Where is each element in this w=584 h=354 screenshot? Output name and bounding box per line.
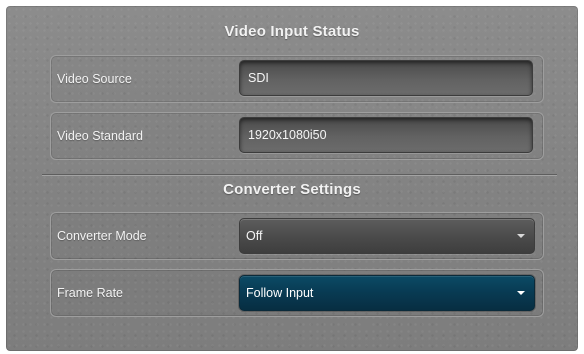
- chevron-down-icon: [517, 291, 525, 295]
- section-title-converter-settings: Converter Settings: [223, 181, 361, 198]
- frame-rate-label: Frame Rate: [57, 286, 123, 300]
- frame-rate-select[interactable]: Follow Input: [239, 275, 535, 311]
- video-source-field: SDI: [239, 60, 533, 96]
- converter-mode-select[interactable]: Off: [239, 218, 535, 254]
- row-converter-mode: Converter Mode Off: [50, 212, 544, 260]
- row-video-standard: Video Standard 1920x1080i50: [50, 112, 544, 160]
- converter-mode-label: Converter Mode: [57, 229, 147, 243]
- video-source-label: Video Source: [57, 72, 132, 86]
- row-frame-rate: Frame Rate Follow Input: [50, 269, 544, 317]
- section-title-video-input-status: Video Input Status: [224, 23, 360, 40]
- settings-panel: Video Input Status Video Source SDI Vide…: [6, 6, 578, 351]
- section-divider: [42, 174, 557, 176]
- frame-rate-value: Follow Input: [246, 286, 314, 300]
- row-video-source: Video Source SDI: [50, 55, 544, 103]
- chevron-down-icon: [517, 234, 525, 238]
- video-standard-label: Video Standard: [57, 129, 143, 143]
- video-standard-field: 1920x1080i50: [239, 117, 533, 153]
- converter-mode-value: Off: [246, 229, 263, 243]
